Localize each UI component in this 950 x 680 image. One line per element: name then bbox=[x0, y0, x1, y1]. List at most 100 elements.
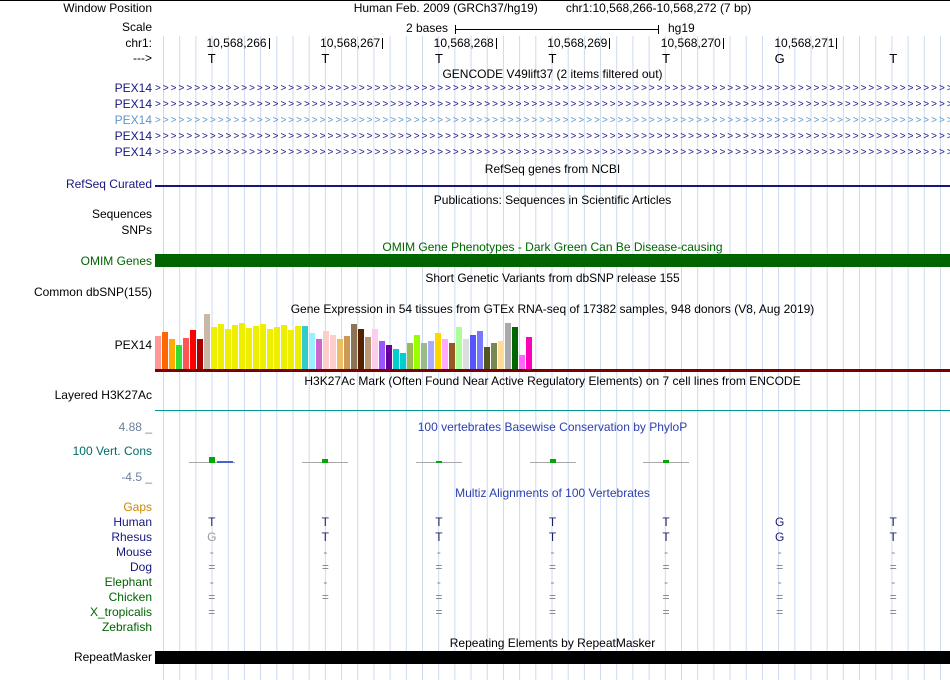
track-label-refseq-curated[interactable]: RefSeq Curated bbox=[0, 178, 152, 191]
h3k27ac-baseline bbox=[155, 410, 950, 411]
alignment-cell: G bbox=[774, 530, 785, 544]
gtex-bar bbox=[267, 329, 273, 369]
alignment-cell: = bbox=[208, 560, 216, 574]
cons-bar bbox=[549, 459, 556, 463]
alignment-cell: T bbox=[662, 530, 670, 544]
base-letter: T bbox=[321, 51, 330, 66]
alignment-cell: - bbox=[209, 575, 214, 589]
coordinate-tick bbox=[495, 38, 497, 49]
cons-bar bbox=[435, 461, 442, 463]
track-title-dbsnp[interactable]: Short Genetic Variants from dbSNP releas… bbox=[155, 272, 950, 285]
phylop-min-value: -4.5 _ bbox=[121, 470, 152, 484]
gene-transcript[interactable]: >>>>>>>>>>>>>>>>>>>>>>>>>>>>>>>>>>>>>>>>… bbox=[155, 130, 950, 144]
alignment-row-x_tropicalis: = = = = = = bbox=[155, 606, 950, 619]
gtex-bar bbox=[463, 339, 469, 369]
alignment-cell: = bbox=[776, 590, 784, 604]
alignment-cell: = bbox=[321, 560, 329, 574]
track-title-phylop[interactable]: 100 vertebrates Basewise Conservation by… bbox=[155, 421, 950, 434]
assembly-name: Human Feb. 2009 (GRCh37/hg19) bbox=[353, 1, 538, 15]
coordinate-label: 10,568,271 bbox=[774, 36, 835, 50]
base-letter: T bbox=[434, 51, 443, 66]
alignment-cell: T bbox=[208, 515, 216, 529]
gtex-bar bbox=[246, 328, 252, 369]
alignment-cell: - bbox=[664, 575, 669, 589]
gene-transcript[interactable]: >>>>>>>>>>>>>>>>>>>>>>>>>>>>>>>>>>>>>>>>… bbox=[155, 114, 950, 128]
track-label-phylop[interactable]: 100 Vert. Cons bbox=[0, 445, 152, 458]
repeatmasker-bar[interactable] bbox=[155, 651, 950, 664]
species-label-dog[interactable]: Dog bbox=[0, 561, 152, 574]
species-label-elephant[interactable]: Elephant bbox=[0, 576, 152, 589]
base-letter: T bbox=[548, 51, 557, 66]
alignment-cell bbox=[269, 606, 383, 619]
species-label-mouse[interactable]: Mouse bbox=[0, 546, 152, 559]
coordinate-tick bbox=[268, 38, 270, 49]
alignment-cell: = bbox=[321, 590, 329, 604]
alignment-cell: = bbox=[889, 590, 897, 604]
alignment-cell: = bbox=[889, 605, 897, 619]
gtex-bar bbox=[386, 345, 392, 369]
gtex-bar bbox=[155, 336, 161, 369]
gtex-bar bbox=[400, 353, 406, 369]
gtex-bar bbox=[274, 327, 280, 369]
track-label-h3k27ac[interactable]: Layered H3K27Ac bbox=[0, 389, 152, 402]
species-label-gaps[interactable]: Gaps bbox=[0, 501, 152, 514]
gene-transcript[interactable]: >>>>>>>>>>>>>>>>>>>>>>>>>>>>>>>>>>>>>>>>… bbox=[155, 146, 950, 160]
track-label-gtex-gene[interactable]: PEX14 bbox=[0, 339, 152, 352]
coordinate-tick bbox=[382, 38, 384, 49]
track-title-h3k27ac[interactable]: H3K27Ac Mark (Often Found Near Active Re… bbox=[155, 375, 950, 388]
gene-label-pex14-0[interactable]: PEX14 bbox=[0, 82, 152, 95]
gene-label-pex14-1[interactable]: PEX14 bbox=[0, 98, 152, 111]
gene-transcript[interactable]: >>>>>>>>>>>>>>>>>>>>>>>>>>>>>>>>>>>>>>>>… bbox=[155, 82, 950, 96]
gene-label-pex14-2[interactable]: PEX14 bbox=[0, 114, 152, 127]
coordinate-label: 10,568,267 bbox=[320, 36, 381, 50]
track-label-snps[interactable]: SNPs bbox=[0, 224, 152, 237]
gtex-bar bbox=[470, 335, 476, 369]
omim-gene-bar[interactable] bbox=[155, 254, 950, 267]
gtex-bar bbox=[365, 337, 371, 369]
alignment-cell: - bbox=[664, 545, 669, 559]
gene-transcript[interactable]: >>>>>>>>>>>>>>>>>>>>>>>>>>>>>>>>>>>>>>>>… bbox=[155, 98, 950, 112]
gtex-bar bbox=[169, 339, 175, 369]
alignment-cell: - bbox=[323, 575, 328, 589]
species-label-x_tropicalis[interactable]: X_tropicalis bbox=[0, 606, 152, 619]
alignment-cell: = bbox=[548, 560, 556, 574]
track-title-multiz[interactable]: Multiz Alignments of 100 Vertebrates bbox=[155, 487, 950, 500]
alignment-cell: = bbox=[208, 590, 216, 604]
track-title-publications[interactable]: Publications: Sequences in Scientific Ar… bbox=[155, 194, 950, 207]
gtex-bar bbox=[526, 337, 532, 369]
species-label-chicken[interactable]: Chicken bbox=[0, 591, 152, 604]
track-title-refseq[interactable]: RefSeq genes from NCBI bbox=[155, 163, 950, 176]
track-label-dbsnp[interactable]: Common dbSNP(155) bbox=[0, 286, 152, 299]
species-label-zebrafish[interactable]: Zebrafish bbox=[0, 621, 152, 634]
alignment-cell: T bbox=[435, 530, 443, 544]
refseq-gene-bar[interactable] bbox=[155, 185, 950, 187]
track-label-omim[interactable]: OMIM Genes bbox=[0, 255, 152, 268]
track-title-gencode[interactable]: GENCODE V49lift37 (2 items filtered out) bbox=[155, 68, 950, 81]
gtex-bar bbox=[309, 333, 315, 369]
gtex-bar bbox=[449, 343, 455, 369]
strand-label: ---> bbox=[133, 51, 152, 65]
alignment-cell: T bbox=[321, 515, 330, 529]
gtex-bar bbox=[379, 341, 385, 369]
gene-label-pex14-3[interactable]: PEX14 bbox=[0, 130, 152, 143]
track-label-sequences[interactable]: Sequences bbox=[0, 208, 152, 221]
gtex-expression-bars[interactable] bbox=[155, 311, 950, 369]
coordinate-label: 10,568,268 bbox=[433, 36, 494, 50]
species-label-human[interactable]: Human bbox=[0, 516, 152, 529]
gtex-bar bbox=[162, 332, 168, 369]
gtex-bar bbox=[358, 329, 364, 369]
coordinate-label: 10,568,269 bbox=[547, 36, 608, 50]
gene-label-pex14-4[interactable]: PEX14 bbox=[0, 146, 152, 159]
track-title-repeatmasker[interactable]: Repeating Elements by RepeatMasker bbox=[155, 637, 950, 650]
alignment-row-elephant: ------- bbox=[155, 576, 950, 589]
scale-bar bbox=[455, 24, 659, 35]
coordinate-label: 10,568,266 bbox=[206, 36, 267, 50]
gtex-bar bbox=[239, 323, 245, 369]
species-label-rhesus[interactable]: Rhesus bbox=[0, 531, 152, 544]
track-label-repeatmasker[interactable]: RepeatMasker bbox=[0, 651, 152, 664]
gtex-bar bbox=[498, 341, 504, 369]
scale-bar-line bbox=[455, 29, 659, 30]
gtex-bar bbox=[337, 339, 343, 369]
gtex-bar bbox=[330, 335, 336, 369]
track-title-omim[interactable]: OMIM Gene Phenotypes - Dark Green Can Be… bbox=[155, 241, 950, 254]
